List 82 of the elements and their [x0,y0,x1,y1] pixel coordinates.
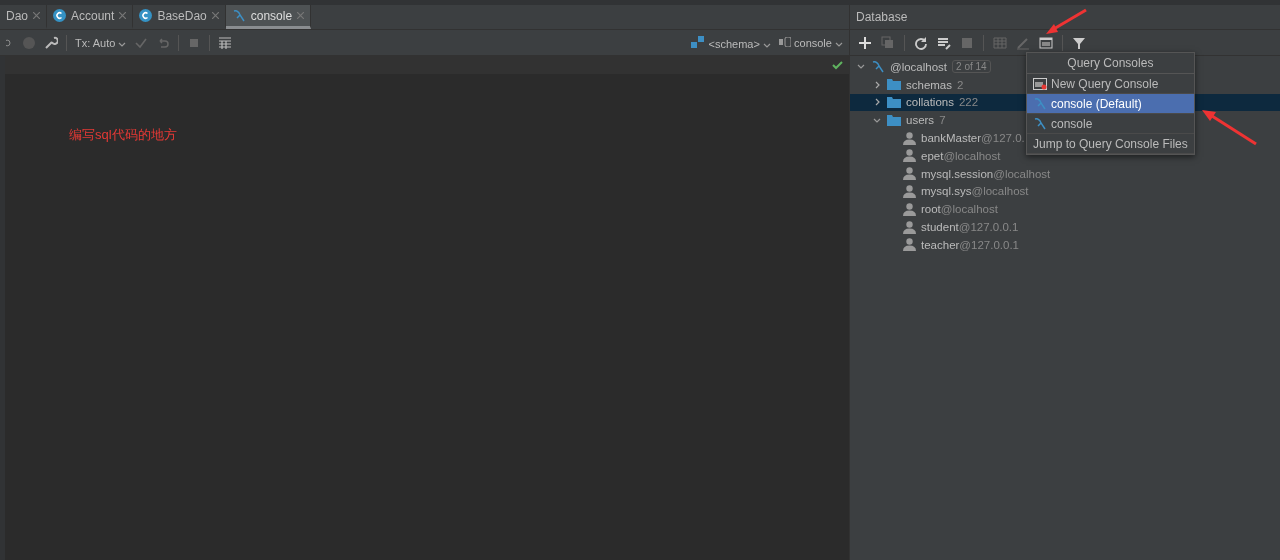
class-icon [139,9,153,22]
database-icon [871,59,885,74]
folder-icon [887,114,901,126]
schema-dropdown[interactable]: <schema> [691,35,771,50]
copy-icon[interactable] [881,35,895,50]
folder-icon [887,97,901,108]
item-count: 222 [958,96,979,109]
edit-icon[interactable] [1016,35,1030,50]
caret-icon [762,42,771,48]
editor-tab[interactable]: BaseDao [133,5,226,29]
item-count: 7 [939,114,946,127]
tree-item[interactable]: mysql.session@localhost [850,164,1051,183]
wrench-icon[interactable] [44,35,58,50]
tree-label: collations [906,96,954,109]
user-icon [903,184,916,198]
filter-icon[interactable] [1072,35,1086,50]
close-icon[interactable] [33,12,40,19]
user-name: epet@localhost [921,149,1001,162]
tree-item[interactable]: bankMaster@127.0. [850,129,1025,147]
close-icon[interactable] [297,12,305,19]
schema-settings-icon[interactable] [937,35,951,50]
close-icon[interactable] [119,12,127,19]
schema-icon [691,35,706,48]
user-icon [903,167,916,181]
console-icon [1033,116,1047,131]
tree-label: schemas [906,78,953,91]
user-name: mysql.session@localhost [921,167,1051,180]
item-count: 2 [957,78,964,91]
stop-icon[interactable] [960,35,974,50]
annotation-text: 编写sql代码的地方 [69,126,177,144]
session-dropdown[interactable]: console [778,36,843,49]
caret-icon [118,41,127,47]
chevron-down-icon [873,117,881,123]
user-name: teacher@127.0.0.1 [921,238,1019,251]
user-icon [903,238,916,252]
panel-title: Database [850,5,1280,30]
user-name: root@localhost [921,203,998,216]
editor-tab[interactable]: console [225,5,312,29]
new-console-icon [1033,77,1047,90]
rollback-icon[interactable] [156,35,171,50]
tree-item[interactable]: teacher@127.0.0.1 [850,235,1019,254]
close-icon[interactable] [211,12,219,19]
session-icon [778,36,791,47]
count-badge: 2 of 14 [952,60,991,74]
user-icon [903,220,916,234]
console-icon [1033,96,1047,111]
annotation-arrow [1046,8,1087,34]
menu-item[interactable]: console (Default) [1027,94,1194,114]
folder-icon [887,79,901,91]
add-icon[interactable] [858,35,872,50]
editor-tab[interactable]: Dao [0,5,47,29]
tree-item[interactable]: users 7 [850,111,946,130]
class-icon [53,9,66,22]
tree-item[interactable]: root@localhost [850,200,998,219]
query-console-icon[interactable] [1039,35,1053,50]
tree-item[interactable]: epet@localhost [850,147,1001,165]
table-icon[interactable] [218,35,233,50]
user-name: bankMaster@127.0. [921,132,1025,145]
menu-item[interactable]: Jump to Query Console Files [1027,134,1194,154]
menu-item[interactable]: console [1027,114,1194,134]
tree-label: users [906,114,935,127]
tree-item[interactable]: schemas 2 [850,75,964,94]
user-name: student@127.0.0.1 [921,221,1019,234]
tree-item[interactable]: mysql.sys@localhost [850,182,1029,201]
chevron-down-icon [857,64,865,70]
console-icon [231,8,246,23]
caret-icon [835,41,843,47]
editor-tab[interactable]: Account [47,5,134,29]
tree-item[interactable]: student@127.0.0.1 [850,218,1019,236]
user-icon [903,202,916,216]
user-icon [903,149,916,163]
annotation-arrow [1202,110,1257,146]
tree-label: @localhost [890,60,948,73]
check-icon [832,61,843,70]
menu-title: Query Consoles [1027,53,1194,74]
refresh-icon[interactable] [914,35,928,50]
tree-item[interactable]: @localhost 2 of 14 [850,58,991,76]
transaction-mode-dropdown[interactable]: Tx: Auto [75,36,127,49]
user-name: mysql.sys@localhost [921,185,1029,198]
tree-item[interactable]: collations 222 [850,93,979,112]
user-icon [903,131,916,145]
stop-circle-icon[interactable] [22,35,36,50]
